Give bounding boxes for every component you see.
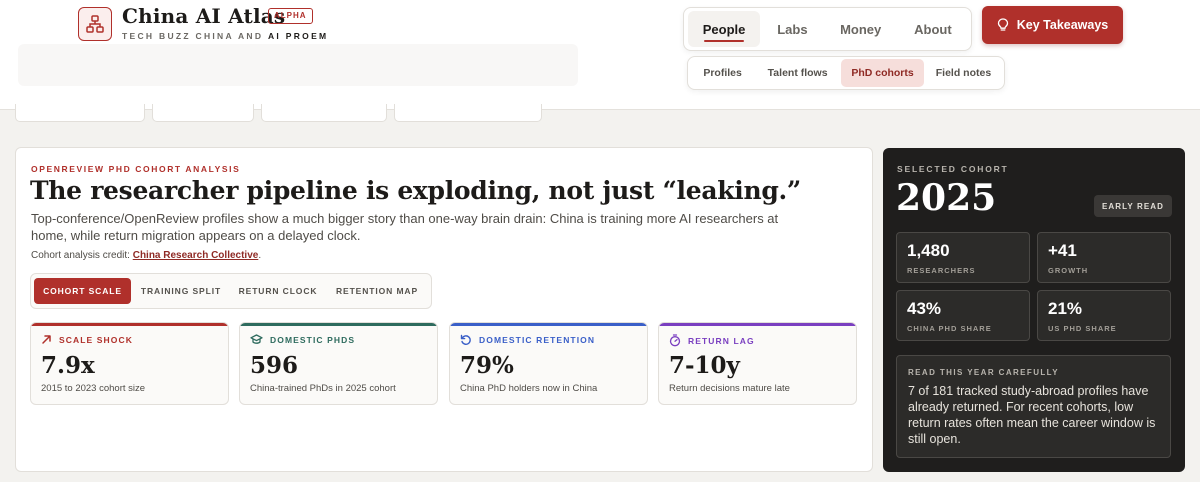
- metric-value: +41: [1048, 241, 1077, 260]
- sub-tab-profiles[interactable]: Profiles: [691, 59, 754, 87]
- stat-accent-bar: [659, 323, 856, 326]
- credit-link[interactable]: China Research Collective: [133, 250, 259, 261]
- brand-subtitle-prefix: TECH BUZZ CHINA: [122, 31, 234, 41]
- stat-accent-bar: [450, 323, 647, 326]
- stat-caption: 2015 to 2023 cohort size: [41, 383, 146, 394]
- sub-tab-field-notes[interactable]: Field notes: [926, 59, 1001, 87]
- metric-label: US PHD SHARE: [1048, 324, 1117, 333]
- hidden-filter-chip[interactable]: [152, 104, 254, 122]
- sub-tab-label: Talent flows: [767, 67, 828, 79]
- credit-prefix: Cohort analysis credit:: [31, 250, 133, 261]
- alpha-badge: ALPHA: [268, 8, 313, 24]
- stat-accent-bar: [31, 323, 228, 326]
- metric-us-phd-share: 21% US PHD SHARE: [1037, 290, 1171, 341]
- hidden-filter-chip[interactable]: [261, 104, 387, 122]
- segment-label: RETURN CLOCK: [238, 286, 318, 296]
- segment-label: COHORT SCALE: [43, 286, 122, 296]
- timer-icon: [669, 334, 681, 347]
- metric-researchers: 1,480 RESEARCHERS: [896, 232, 1030, 283]
- stat-header: DOMESTIC PHDS: [250, 334, 355, 345]
- stat-card-domestic-phds[interactable]: DOMESTIC PHDS 596 China-trained PhDs in …: [239, 322, 438, 405]
- network-icon: [86, 15, 104, 33]
- stat-value: 7-10y: [669, 352, 740, 379]
- cohort-note: READ THIS YEAR CAREFULLY 7 of 181 tracke…: [896, 355, 1171, 458]
- hidden-filter-chip[interactable]: [394, 104, 542, 122]
- note-body: 7 of 181 tracked study-abroad profiles h…: [908, 384, 1156, 446]
- stat-header: RETURN LAG: [669, 334, 755, 347]
- top-header: China AI Atlas ALPHA TECH BUZZ CHINA AND…: [0, 0, 1200, 110]
- graduation-cap-icon: [250, 334, 263, 344]
- nav-tab-label: About: [914, 21, 952, 37]
- nav-tab-label: Money: [840, 21, 882, 37]
- metric-value: 21%: [1048, 299, 1083, 318]
- nav-tab-labs[interactable]: Labs: [762, 11, 822, 47]
- credit-suffix: .: [258, 250, 262, 261]
- secondary-nav: Profiles Talent flows PhD cohorts Field …: [687, 56, 1005, 90]
- sub-tab-label: Profiles: [703, 67, 742, 79]
- sub-tab-label: PhD cohorts: [851, 67, 914, 79]
- stat-label: DOMESTIC PHDS: [270, 334, 356, 345]
- stat-card-return-lag[interactable]: RETURN LAG 7-10y Return decisions mature…: [658, 322, 857, 405]
- brand-title[interactable]: China AI Atlas: [122, 4, 285, 28]
- early-read-badge: EARLY READ: [1094, 195, 1172, 217]
- logo[interactable]: [78, 7, 112, 41]
- segment-return-clock[interactable]: RETURN CLOCK: [231, 278, 325, 304]
- nav-tab-about[interactable]: About: [899, 11, 967, 47]
- page-headline: The researcher pipeline is exploding, no…: [30, 176, 802, 205]
- faded-search-bar: [18, 44, 578, 86]
- key-takeaways-button[interactable]: Key Takeaways: [982, 6, 1123, 44]
- nav-tab-label: Labs: [777, 21, 808, 37]
- stat-value: 596: [250, 352, 299, 379]
- metric-label: RESEARCHERS: [907, 266, 976, 275]
- selected-cohort-panel: SELECTED COHORT 2025 EARLY READ 1,480 RE…: [883, 148, 1185, 472]
- key-takeaways-label: Key Takeaways: [1016, 18, 1109, 32]
- metric-china-phd-share: 43% CHINA PHD SHARE: [896, 290, 1030, 341]
- stat-value: 79%: [460, 352, 514, 379]
- segment-training-split[interactable]: TRAINING SPLIT: [133, 278, 229, 304]
- lightbulb-icon: [997, 18, 1008, 31]
- sub-tab-label: Field notes: [935, 67, 992, 79]
- cohort-analysis-card: OPENREVIEW PHD COHORT ANALYSIS The resea…: [15, 147, 873, 472]
- metric-growth: +41 GROWTH: [1037, 232, 1171, 283]
- stat-label: SCALE SHOCK: [59, 334, 133, 345]
- stat-caption: Return decisions mature late: [669, 383, 790, 394]
- nav-tab-label: People: [702, 21, 746, 37]
- segment-label: TRAINING SPLIT: [140, 286, 222, 296]
- nav-tab-money[interactable]: Money: [825, 11, 897, 47]
- stat-accent-bar: [240, 323, 437, 326]
- metric-label: CHINA PHD SHARE: [907, 324, 992, 333]
- hidden-filter-chip[interactable]: [15, 104, 145, 122]
- brand-subtitle-and: AND: [237, 31, 264, 41]
- segment-retention-map[interactable]: RETENTION MAP: [327, 278, 427, 304]
- stat-value: 7.9x: [41, 352, 95, 379]
- metric-value: 1,480: [907, 241, 950, 260]
- analysis-credit: Cohort analysis credit: China Research C…: [31, 250, 261, 261]
- brand-subtitle: TECH BUZZ CHINA AND AI PROEM: [122, 31, 328, 41]
- stat-caption: China PhD holders now in China: [460, 383, 598, 394]
- cohort-year: 2025: [896, 177, 997, 219]
- stat-header: SCALE SHOCK: [41, 334, 133, 345]
- brand-subtitle-suffix: AI PROEM: [267, 31, 329, 41]
- segment-cohort-scale[interactable]: COHORT SCALE: [34, 278, 131, 304]
- metric-value: 43%: [907, 299, 942, 318]
- stat-label: DOMESTIC RETENTION: [479, 335, 596, 345]
- view-segmented-control: COHORT SCALE TRAINING SPLIT RETURN CLOCK…: [30, 273, 432, 309]
- lede-paragraph: Top-conference/OpenReview profiles show …: [31, 211, 779, 243]
- cohort-eyebrow: SELECTED COHORT: [897, 164, 1009, 174]
- metric-label: GROWTH: [1048, 266, 1089, 275]
- arrow-up-right-icon: [42, 335, 51, 344]
- stat-caption: China-trained PhDs in 2025 cohort: [250, 383, 396, 394]
- stat-label: RETURN LAG: [688, 335, 755, 346]
- sub-tab-talent-flows[interactable]: Talent flows: [756, 59, 839, 87]
- segment-label: RETENTION MAP: [335, 286, 419, 296]
- sub-tab-phd-cohorts[interactable]: PhD cohorts: [841, 59, 924, 87]
- refresh-icon: [460, 334, 471, 345]
- section-eyebrow: OPENREVIEW PHD COHORT ANALYSIS: [31, 164, 241, 174]
- stat-card-scale-shock[interactable]: SCALE SHOCK 7.9x 2015 to 2023 cohort siz…: [30, 322, 229, 405]
- primary-nav: People Labs Money About: [683, 7, 972, 51]
- stat-header: DOMESTIC RETENTION: [460, 334, 595, 346]
- nav-tab-people[interactable]: People: [688, 11, 761, 47]
- note-title: READ THIS YEAR CAREFULLY: [908, 368, 1059, 377]
- stat-card-domestic-retention[interactable]: DOMESTIC RETENTION 79% China PhD holders…: [449, 322, 648, 405]
